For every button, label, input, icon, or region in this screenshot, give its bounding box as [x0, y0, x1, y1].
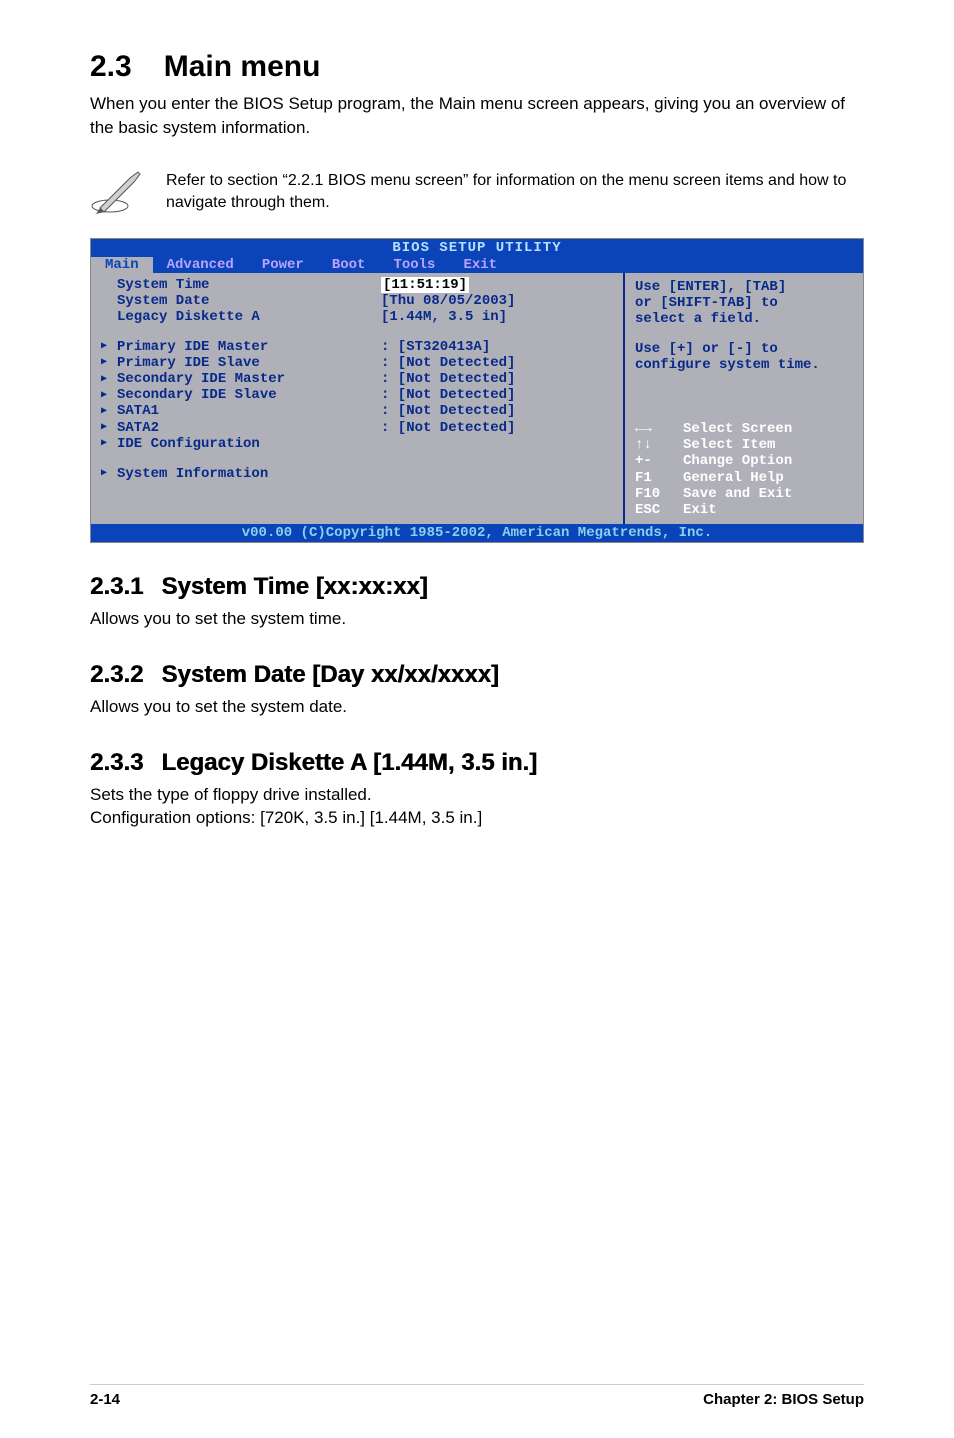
bios-field-system-time[interactable]: System Time [11:51:19]	[101, 277, 619, 293]
label: Primary IDE Master	[117, 339, 268, 355]
bios-copyright-footer: v00.00 (C)Copyright 1985-2002, American …	[91, 524, 863, 542]
bios-left-pane: System Time [11:51:19] System Date [Thu …	[91, 273, 625, 524]
section-title: System Time [xx:xx:xx]	[161, 573, 427, 601]
bios-hint-line: Use [ENTER], [TAB]	[635, 279, 855, 295]
bios-help-select-item: ↑↓Select Item	[635, 437, 855, 453]
section-number: 2.3.2	[90, 661, 143, 689]
triangle-right-icon: ▶	[101, 374, 111, 386]
bios-menu-advanced[interactable]: Advanced	[153, 257, 248, 273]
bios-help-exit: ESCExit	[635, 502, 855, 518]
bios-help-change-option: +-Change Option	[635, 453, 855, 469]
label: System Time	[117, 277, 209, 293]
bios-hint-line: configure system time.	[635, 357, 855, 373]
page-footer: 2-14 Chapter 2: BIOS Setup	[90, 1384, 864, 1408]
bios-item-secondary-ide-master[interactable]: ▶ Secondary IDE Master : [Not Detected]	[101, 371, 619, 387]
bios-field-system-date[interactable]: System Date [Thu 08/05/2003]	[101, 293, 619, 309]
value: [11:51:19]	[381, 277, 469, 293]
page-title-text: Main menu	[164, 50, 321, 84]
bios-item-sata1[interactable]: ▶ SATA1 : [Not Detected]	[101, 403, 619, 419]
bios-hint-line: or [SHIFT-TAB] to	[635, 295, 855, 311]
bios-help-save-exit: F10Save and Exit	[635, 486, 855, 502]
value: : [Not Detected]	[381, 420, 515, 436]
section-number: 2.3.3	[90, 749, 143, 777]
label: Legacy Diskette A	[117, 309, 260, 325]
section-body-legacy-diskette: Sets the type of floppy drive installed.…	[90, 783, 864, 831]
value: : [Not Detected]	[381, 355, 515, 371]
value: : [ST320413A]	[381, 339, 490, 355]
bios-menu-tools[interactable]: Tools	[379, 257, 449, 273]
value: : [Not Detected]	[381, 403, 515, 419]
triangle-right-icon: ▶	[101, 468, 111, 480]
section-title: Legacy Diskette A [1.44M, 3.5 in.]	[161, 749, 537, 777]
value: : [Not Detected]	[381, 371, 515, 387]
section-heading-system-time: 2.3.1 System Time [xx:xx:xx]	[90, 573, 864, 601]
bios-item-primary-ide-master[interactable]: ▶ Primary IDE Master : [ST320413A]	[101, 339, 619, 355]
value: : [Not Detected]	[381, 387, 515, 403]
pen-note-icon	[90, 166, 150, 216]
section-heading-legacy-diskette: 2.3.3 Legacy Diskette A [1.44M, 3.5 in.]	[90, 749, 864, 777]
value: [1.44M, 3.5 in]	[381, 309, 507, 325]
section-number: 2.3.1	[90, 573, 143, 601]
label: IDE Configuration	[117, 436, 260, 452]
bios-menu-power[interactable]: Power	[248, 257, 318, 273]
footer-page-number: 2-14	[90, 1391, 120, 1408]
label: Secondary IDE Master	[117, 371, 285, 387]
bios-help-general-help: F1General Help	[635, 470, 855, 486]
bios-hint-line: Use [+] or [-] to	[635, 341, 855, 357]
bios-item-system-information[interactable]: ▶ System Information	[101, 466, 619, 482]
note-row: Refer to section “2.2.1 BIOS menu screen…	[90, 166, 864, 216]
triangle-right-icon: ▶	[101, 357, 111, 369]
bios-item-primary-ide-slave[interactable]: ▶ Primary IDE Slave : [Not Detected]	[101, 355, 619, 371]
bios-body: System Time [11:51:19] System Date [Thu …	[91, 273, 863, 524]
bios-field-legacy-diskette[interactable]: Legacy Diskette A [1.44M, 3.5 in]	[101, 309, 619, 325]
note-text: Refer to section “2.2.1 BIOS menu screen…	[166, 166, 864, 215]
label: SATA2	[117, 420, 159, 436]
bios-help-select-screen: ←→Select Screen	[635, 421, 855, 437]
bios-top-title: BIOS SETUP UTILITY	[91, 239, 863, 257]
section-heading-system-date: 2.3.2 System Date [Day xx/xx/xxxx]	[90, 661, 864, 689]
page-title: 2.3 Main menu	[90, 50, 864, 84]
triangle-right-icon: ▶	[101, 390, 111, 402]
triangle-right-icon: ▶	[101, 406, 111, 418]
label: Secondary IDE Slave	[117, 387, 277, 403]
label: Primary IDE Slave	[117, 355, 260, 371]
bios-menu-boot[interactable]: Boot	[318, 257, 380, 273]
bios-menu-exit[interactable]: Exit	[449, 257, 511, 273]
label: System Information	[117, 466, 268, 482]
bios-item-sata2[interactable]: ▶ SATA2 : [Not Detected]	[101, 420, 619, 436]
bios-screenshot: BIOS SETUP UTILITY Main Advanced Power B…	[90, 238, 864, 543]
triangle-right-icon: ▶	[101, 422, 111, 434]
triangle-right-icon: ▶	[101, 438, 111, 450]
value: [Thu 08/05/2003]	[381, 293, 515, 309]
footer-chapter: Chapter 2: BIOS Setup	[703, 1391, 864, 1408]
triangle-right-icon: ▶	[101, 341, 111, 353]
bios-hint-line: select a field.	[635, 311, 855, 327]
intro-paragraph: When you enter the BIOS Setup program, t…	[90, 92, 864, 140]
bios-menu-main[interactable]: Main	[91, 257, 153, 273]
bios-item-secondary-ide-slave[interactable]: ▶ Secondary IDE Slave : [Not Detected]	[101, 387, 619, 403]
bios-right-pane: Use [ENTER], [TAB] or [SHIFT-TAB] to sel…	[625, 273, 863, 524]
section-body-system-time: Allows you to set the system time.	[90, 607, 864, 631]
bios-menu-bar: Main Advanced Power Boot Tools Exit	[91, 257, 863, 273]
label: SATA1	[117, 403, 159, 419]
bios-item-ide-configuration[interactable]: ▶ IDE Configuration	[101, 436, 619, 452]
section-body-system-date: Allows you to set the system date.	[90, 695, 864, 719]
label: System Date	[117, 293, 209, 309]
page-title-number: 2.3	[90, 50, 132, 84]
section-title: System Date [Day xx/xx/xxxx]	[161, 661, 499, 689]
